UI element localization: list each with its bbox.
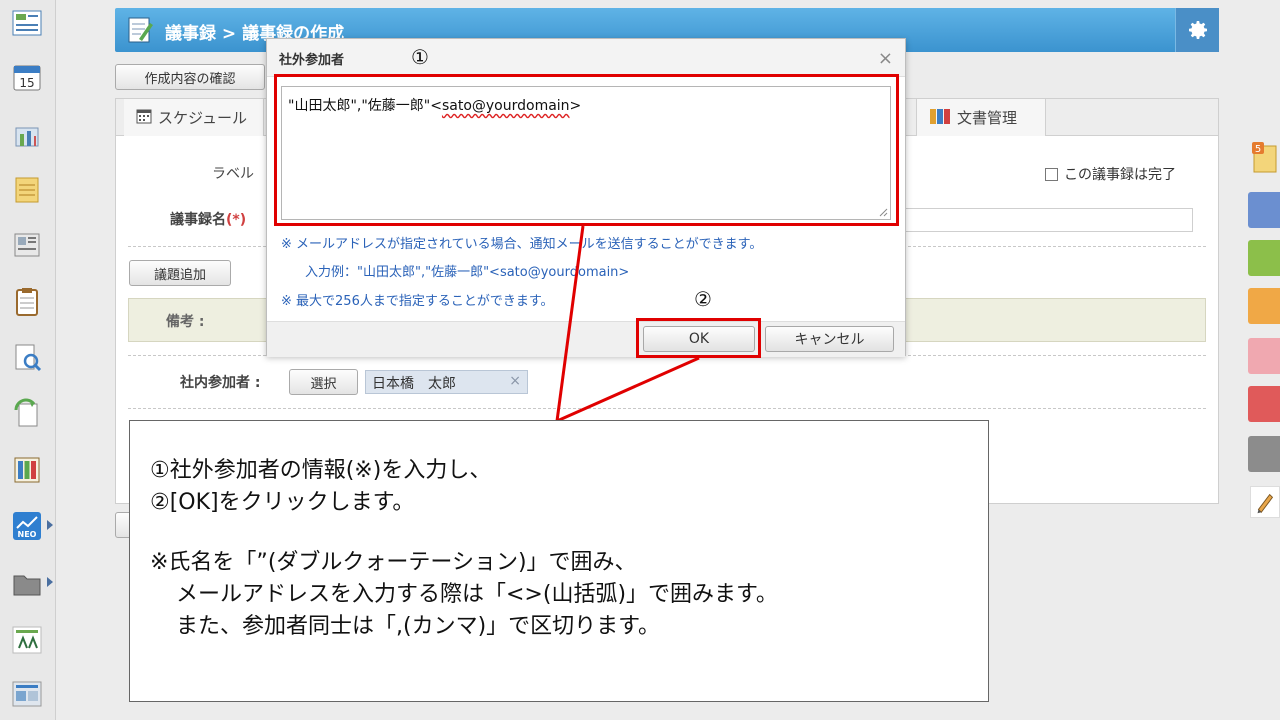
right-quick-bar: 5 xyxy=(1240,0,1280,720)
instruction-step-2: ②[OK]をクリックします。 xyxy=(150,490,415,515)
minutes-done-checkbox[interactable]: この議事録は完了 xyxy=(1045,164,1176,184)
svg-text:NEO: NEO xyxy=(18,530,37,539)
neo-icon[interactable]: NEO xyxy=(8,506,46,544)
divider xyxy=(128,408,1206,409)
search-doc-icon[interactable] xyxy=(8,338,46,376)
calendar-icon xyxy=(136,108,152,128)
instruction-note-1: ※氏名を「”(ダブルクォーテーション)」で囲み、 xyxy=(150,550,637,575)
notepad-icon[interactable] xyxy=(8,170,46,208)
tab-document-management[interactable]: 文書管理 xyxy=(916,99,1046,136)
tab-schedule[interactable]: スケジュール xyxy=(124,99,264,136)
marker-2: ② xyxy=(694,287,712,311)
minutes-name-label: 議事録名(*) xyxy=(170,209,246,229)
tab-document-management-label: 文書管理 xyxy=(957,109,1018,127)
instruction-step-1: ①社外参加者の情報(※)を入力し、 xyxy=(150,458,492,483)
close-icon[interactable]: × xyxy=(878,48,893,69)
marker-1: ① xyxy=(411,45,429,69)
workflow-icon[interactable] xyxy=(8,394,46,432)
highlight-textarea-box xyxy=(274,74,899,226)
minutes-name-input[interactable] xyxy=(905,208,1193,232)
remove-member-icon[interactable]: × xyxy=(509,373,521,389)
blue-tag-tab[interactable] xyxy=(1248,192,1280,228)
gray-tag-tab[interactable] xyxy=(1248,436,1280,472)
internal-member-name: 日本橋 太郎 xyxy=(372,376,456,392)
label-field-label: ラベル xyxy=(212,166,254,182)
internal-participants-label: 社内参加者 : xyxy=(180,375,261,391)
app-link-icon[interactable] xyxy=(8,620,46,658)
clipboard-icon[interactable] xyxy=(8,282,46,320)
minutes-name-label-text: 議事録名 xyxy=(170,212,226,228)
folder-expand-arrow-icon[interactable] xyxy=(47,577,53,587)
gear-icon xyxy=(1188,21,1207,39)
highlight-ok-box xyxy=(636,318,761,358)
tab-schedule-label: スケジュール xyxy=(158,109,247,127)
dialog-note-example: 入力例："山田太郎","佐藤一郎"<sato@yourdomain> xyxy=(305,265,630,280)
svg-text:15: 15 xyxy=(19,76,34,90)
binders-icon xyxy=(929,107,951,129)
svg-text:5: 5 xyxy=(1255,144,1261,155)
dialog-note-email: ※ メールアドレスが指定されている場合、通知メールを送信することができます。 xyxy=(281,237,763,252)
red-tag-tab[interactable] xyxy=(1248,386,1280,422)
instruction-callout: ①社外参加者の情報(※)を入力し、 ②[OK]をクリックします。 ※氏名を「”(… xyxy=(129,420,989,702)
dialog-header: 社外参加者 × xyxy=(267,39,905,77)
minutes-done-label: この議事録は完了 xyxy=(1064,167,1176,183)
instruction-note-3: また、参加者同士は「,(カンマ)」で区切ります。 xyxy=(176,614,660,639)
pencil-icon[interactable] xyxy=(1250,486,1280,518)
calendar-icon[interactable]: 15 xyxy=(8,58,46,96)
add-topic-button[interactable]: 議題追加 xyxy=(129,260,231,286)
required-mark: (*) xyxy=(226,212,247,228)
confirm-content-button[interactable]: 作成内容の確認 xyxy=(115,64,265,90)
checkbox-box[interactable] xyxy=(1045,167,1058,181)
pink-tag-tab[interactable] xyxy=(1248,338,1280,374)
settings-gear-button[interactable] xyxy=(1175,8,1219,52)
facility-icon[interactable] xyxy=(8,116,46,154)
document-edit-icon xyxy=(125,15,155,45)
neo-expand-arrow-icon[interactable] xyxy=(47,520,53,530)
memo-pad-icon[interactable]: 5 xyxy=(1250,140,1278,176)
cancel-button[interactable]: キャンセル xyxy=(765,326,894,352)
folder-icon[interactable] xyxy=(8,564,46,602)
green-tag-tab[interactable] xyxy=(1248,240,1280,276)
dialog-note-limit: ※ 最大で256人まで指定することができます。 xyxy=(281,294,554,309)
instruction-note-2: メールアドレスを入力する際は「<>(山括弧)」で囲みます。 xyxy=(176,582,778,607)
internal-member-chip: 日本橋 太郎 × xyxy=(365,370,528,394)
orange-tag-tab[interactable] xyxy=(1248,288,1280,324)
portal-icon[interactable] xyxy=(8,4,46,42)
app-banner-icon[interactable] xyxy=(8,674,46,712)
bulletin-icon[interactable] xyxy=(8,226,46,264)
binders-icon[interactable] xyxy=(8,450,46,488)
notes-label: 備考 : xyxy=(166,314,205,330)
select-internal-button[interactable]: 選択 xyxy=(289,369,358,395)
app-launcher-sidebar: 15 NEO xyxy=(0,0,56,720)
dialog-title: 社外参加者 xyxy=(279,53,345,68)
